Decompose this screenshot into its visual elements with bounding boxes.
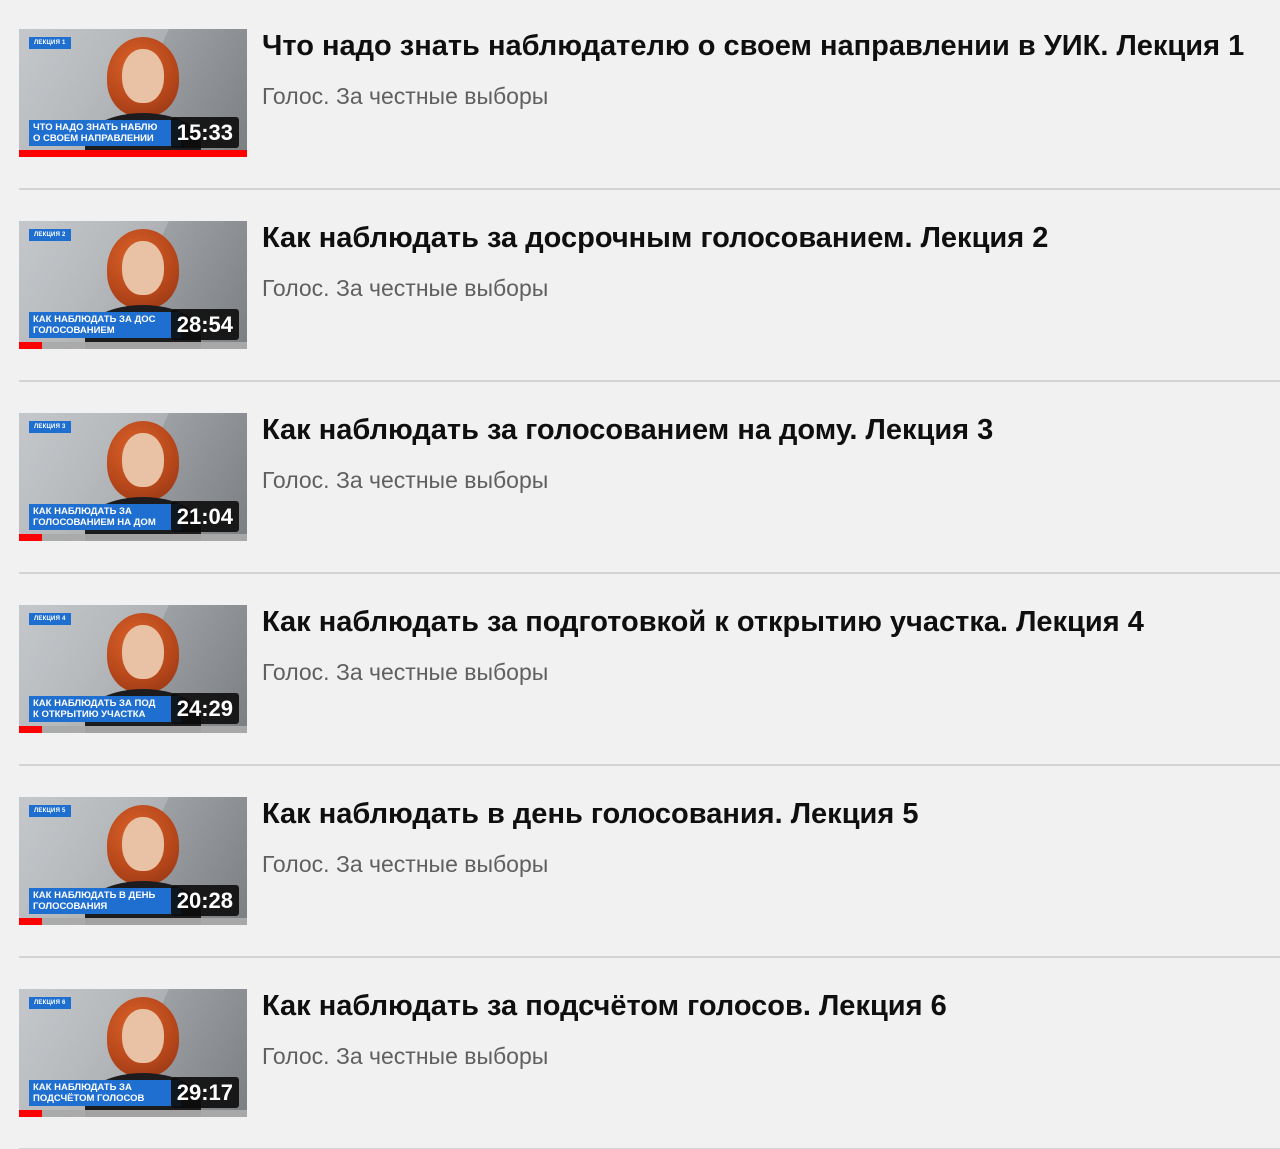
playlist: ЛЕКЦИЯ 1 ЧТО НАДО ЗНАТЬ НАБЛЮ О СВОЕМ НА…: [0, 0, 1280, 1149]
watch-progress-bar: [19, 726, 247, 733]
video-thumbnail[interactable]: ЛЕКЦИЯ 4 КАК НАБЛЮДАТЬ ЗА ПОД К ОТКРЫТИЮ…: [19, 605, 247, 733]
lecture-badge: ЛЕКЦИЯ 4: [29, 613, 71, 625]
watch-progress-bar: [19, 342, 247, 349]
channel-name[interactable]: Голос. За честные выборы: [262, 1042, 1264, 1070]
watch-progress-fill: [19, 726, 42, 733]
thumbnail-caption: КАК НАБЛЮДАТЬ ЗА ПОД К ОТКРЫТИЮ УЧАСТКА: [29, 696, 181, 722]
thumbnail-caption: ЧТО НАДО ЗНАТЬ НАБЛЮ О СВОЕМ НАПРАВЛЕНИИ: [29, 120, 181, 146]
duration-badge: 21:04: [170, 501, 239, 532]
duration-badge: 15:33: [170, 117, 239, 148]
lecture-badge: ЛЕКЦИЯ 5: [29, 805, 71, 817]
watch-progress-fill: [19, 918, 42, 925]
video-thumbnail[interactable]: ЛЕКЦИЯ 2 КАК НАБЛЮДАТЬ ЗА ДОС ГОЛОСОВАНИ…: [19, 221, 247, 349]
video-title[interactable]: Как наблюдать за подсчётом голосов. Лекц…: [262, 988, 1264, 1024]
channel-name[interactable]: Голос. За честные выборы: [262, 274, 1264, 302]
thumbnail-caption: КАК НАБЛЮДАТЬ ЗА ГОЛОСОВАНИЕМ НА ДОМ: [29, 504, 181, 530]
duration-badge: 28:54: [170, 309, 239, 340]
video-meta: Как наблюдать за подготовкой к открытию …: [262, 604, 1264, 686]
video-meta: Что надо знать наблюдателю о своем напра…: [262, 28, 1264, 110]
thumbnail-caption: КАК НАБЛЮДАТЬ ЗА ДОС ГОЛОСОВАНИЕМ: [29, 312, 181, 338]
watch-progress-fill: [19, 1110, 42, 1117]
lecture-badge: ЛЕКЦИЯ 2: [29, 229, 71, 241]
lecture-badge: ЛЕКЦИЯ 1: [29, 37, 71, 49]
video-thumbnail[interactable]: ЛЕКЦИЯ 5 КАК НАБЛЮДАТЬ В ДЕНЬ ГОЛОСОВАНИ…: [19, 797, 247, 925]
lecture-badge: ЛЕКЦИЯ 3: [29, 421, 71, 433]
video-item[interactable]: ЛЕКЦИЯ 6 КАК НАБЛЮДАТЬ ЗА ПОДСЧЁТОМ ГОЛО…: [0, 960, 1280, 1149]
channel-name[interactable]: Голос. За честные выборы: [262, 466, 1264, 494]
video-thumbnail[interactable]: ЛЕКЦИЯ 1 ЧТО НАДО ЗНАТЬ НАБЛЮ О СВОЕМ НА…: [19, 29, 247, 157]
channel-name[interactable]: Голос. За честные выборы: [262, 82, 1264, 110]
video-item[interactable]: ЛЕКЦИЯ 5 КАК НАБЛЮДАТЬ В ДЕНЬ ГОЛОСОВАНИ…: [0, 768, 1280, 960]
video-title[interactable]: Как наблюдать за подготовкой к открытию …: [262, 604, 1264, 640]
thumbnail-caption: КАК НАБЛЮДАТЬ ЗА ПОДСЧЁТОМ ГОЛОСОВ: [29, 1080, 181, 1106]
video-thumbnail[interactable]: ЛЕКЦИЯ 6 КАК НАБЛЮДАТЬ ЗА ПОДСЧЁТОМ ГОЛО…: [19, 989, 247, 1117]
watch-progress-bar: [19, 918, 247, 925]
video-item[interactable]: ЛЕКЦИЯ 4 КАК НАБЛЮДАТЬ ЗА ПОД К ОТКРЫТИЮ…: [0, 576, 1280, 768]
thumbnail-caption: КАК НАБЛЮДАТЬ В ДЕНЬ ГОЛОСОВАНИЯ: [29, 888, 181, 914]
watch-progress-fill: [19, 534, 42, 541]
video-meta: Как наблюдать в день голосования. Лекция…: [262, 796, 1264, 878]
video-title[interactable]: Как наблюдать в день голосования. Лекция…: [262, 796, 1264, 832]
video-meta: Как наблюдать за подсчётом голосов. Лекц…: [262, 988, 1264, 1070]
video-title[interactable]: Что надо знать наблюдателю о своем напра…: [262, 28, 1264, 64]
channel-name[interactable]: Голос. За честные выборы: [262, 850, 1264, 878]
duration-badge: 29:17: [170, 1077, 239, 1108]
video-item[interactable]: ЛЕКЦИЯ 3 КАК НАБЛЮДАТЬ ЗА ГОЛОСОВАНИЕМ Н…: [0, 384, 1280, 576]
video-title[interactable]: Как наблюдать за досрочным голосованием.…: [262, 220, 1264, 256]
watch-progress-bar: [19, 150, 247, 157]
duration-badge: 24:29: [170, 693, 239, 724]
lecture-badge: ЛЕКЦИЯ 6: [29, 997, 71, 1009]
duration-badge: 20:28: [170, 885, 239, 916]
watch-progress-bar: [19, 1110, 247, 1117]
watch-progress-fill: [19, 342, 42, 349]
channel-name[interactable]: Голос. За честные выборы: [262, 658, 1264, 686]
video-item[interactable]: ЛЕКЦИЯ 1 ЧТО НАДО ЗНАТЬ НАБЛЮ О СВОЕМ НА…: [0, 0, 1280, 192]
video-meta: Как наблюдать за досрочным голосованием.…: [262, 220, 1264, 302]
video-meta: Как наблюдать за голосованием на дому. Л…: [262, 412, 1264, 494]
video-item[interactable]: ЛЕКЦИЯ 2 КАК НАБЛЮДАТЬ ЗА ДОС ГОЛОСОВАНИ…: [0, 192, 1280, 384]
video-thumbnail[interactable]: ЛЕКЦИЯ 3 КАК НАБЛЮДАТЬ ЗА ГОЛОСОВАНИЕМ Н…: [19, 413, 247, 541]
watch-progress-bar: [19, 534, 247, 541]
video-title[interactable]: Как наблюдать за голосованием на дому. Л…: [262, 412, 1264, 448]
watch-progress-fill: [19, 150, 247, 157]
